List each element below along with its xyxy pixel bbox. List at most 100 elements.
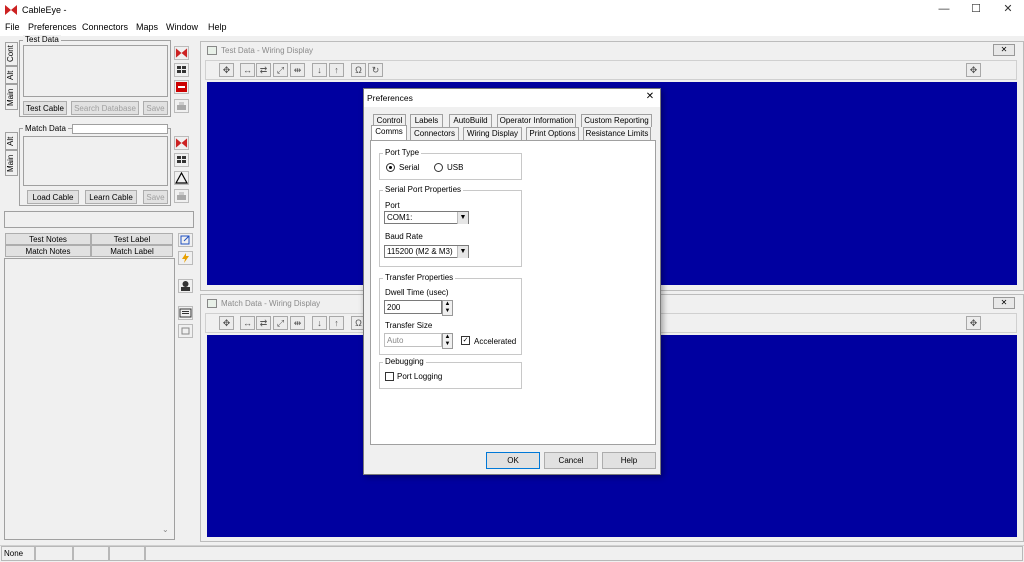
dwell-time-input[interactable]: 200 (384, 300, 442, 314)
print-match-icon[interactable] (174, 189, 189, 203)
match-data-field[interactable] (72, 124, 168, 134)
tab-test-label[interactable]: Test Label (91, 233, 173, 245)
accelerated-checkbox[interactable]: ✓ (461, 336, 470, 345)
compress-icon-2[interactable]: ⇹ (290, 316, 305, 330)
serial-radio-label: Serial (399, 163, 420, 172)
baud-rate-label: Baud Rate (385, 232, 423, 241)
arrow-down-icon[interactable]: ↓ (312, 63, 327, 77)
load-cable-button[interactable]: Load Cable (27, 190, 79, 204)
chevron-down-icon-2: ▼ (457, 246, 468, 258)
status-pane-5 (145, 546, 1023, 561)
lightning-icon[interactable] (178, 251, 193, 265)
grid-icon[interactable] (174, 63, 189, 77)
tab-labels[interactable]: Labels (410, 114, 443, 127)
dialog-title: Preferences (367, 93, 413, 103)
search-database-button[interactable]: Search Database (71, 101, 139, 115)
expand-h-icon[interactable]: ↔ (240, 63, 255, 77)
port-select[interactable]: COM1: ▼ (384, 211, 469, 224)
arrow-down-icon-2[interactable]: ↓ (312, 316, 327, 330)
expand-h-icon-2[interactable]: ↔ (240, 316, 255, 330)
cancel-button[interactable]: Cancel (544, 452, 598, 469)
tab-match-alt[interactable]: Alt (5, 132, 18, 150)
menu-maps[interactable]: Maps (136, 22, 158, 32)
stop-icon[interactable] (174, 80, 189, 94)
port-logging-label: Port Logging (397, 372, 443, 381)
tab-alt[interactable]: Alt (5, 66, 18, 84)
arrow-up-icon[interactable]: ↑ (329, 63, 344, 77)
cableeye-match-icon[interactable] (174, 136, 189, 150)
tab-wiring-display[interactable]: Wiring Display (463, 127, 522, 140)
arrow-up-icon-2[interactable]: ↑ (329, 316, 344, 330)
cableeye-logo-icon (5, 5, 17, 15)
label-print-icon[interactable] (178, 306, 193, 320)
menu-file[interactable]: File (5, 22, 20, 32)
port-value: COM1: (387, 213, 413, 222)
save-match-button[interactable]: Save (143, 190, 168, 204)
transfer-size-spinner[interactable]: ▲ ▼ (442, 333, 453, 349)
swap-icon[interactable]: ⇄ (256, 63, 271, 77)
move-icon-2[interactable]: ✥ (219, 316, 234, 330)
fit-icon[interactable]: ⤢ (273, 63, 288, 77)
close-test-window-button[interactable]: ✕ (993, 44, 1015, 56)
notes-area[interactable] (4, 258, 175, 540)
menu-window[interactable]: Window (166, 22, 198, 32)
minimize-button[interactable]: — (930, 1, 958, 18)
tab-autobuild[interactable]: AutoBuild (449, 114, 492, 127)
tab-connectors[interactable]: Connectors (410, 127, 459, 140)
title-bar (0, 0, 1024, 20)
test-cable-button[interactable]: Test Cable (23, 101, 67, 115)
learn-cable-button[interactable]: Learn Cable (85, 190, 137, 204)
serial-port-label: Serial Port Properties (383, 185, 464, 194)
tab-print-options[interactable]: Print Options (526, 127, 579, 140)
pin-icon[interactable]: ✥ (966, 63, 981, 77)
swap-icon-2[interactable]: ⇄ (256, 316, 271, 330)
port-label: Port (385, 201, 400, 210)
dialog-close-button[interactable]: ✕ (642, 91, 658, 105)
tab-resistance-limits[interactable]: Resistance Limits (583, 127, 651, 140)
save-test-button[interactable]: Save (143, 101, 168, 115)
cable-icon[interactable] (178, 324, 193, 338)
tab-comms[interactable]: Comms (371, 125, 407, 140)
ohm-icon[interactable]: Ω (351, 63, 366, 77)
usb-radio[interactable] (434, 163, 443, 172)
tab-operator-information[interactable]: Operator Information (497, 114, 576, 127)
pin-icon-2[interactable]: ✥ (966, 316, 981, 330)
transfer-size-input[interactable]: Auto (384, 333, 442, 347)
help-button[interactable]: Help (602, 452, 656, 469)
tab-match-main[interactable]: Main (5, 150, 18, 176)
move-icon[interactable]: ✥ (219, 63, 234, 77)
tab-match-label[interactable]: Match Label (91, 245, 173, 257)
close-match-window-button[interactable]: ✕ (993, 297, 1015, 309)
scroll-down-icon[interactable]: ⌄ (162, 525, 174, 537)
tab-custom-reporting[interactable]: Custom Reporting (581, 114, 652, 127)
refresh-icon[interactable]: ↻ (368, 63, 383, 77)
port-logging-checkbox[interactable] (385, 372, 394, 381)
export-icon[interactable] (178, 233, 193, 247)
match-data-list[interactable] (23, 136, 168, 186)
status-pane-1: None (1, 546, 35, 561)
menu-connectors[interactable]: Connectors (82, 22, 128, 32)
user-icon[interactable] (178, 279, 193, 293)
serial-radio[interactable] (386, 163, 395, 172)
debugging-label: Debugging (383, 357, 426, 366)
tab-cont[interactable]: Cont (5, 42, 18, 66)
menu-help[interactable]: Help (208, 22, 227, 32)
status-pane-2 (35, 546, 73, 561)
print-icon[interactable] (174, 99, 189, 113)
baud-rate-select[interactable]: 115200 (M2 & M3) ▼ (384, 245, 469, 258)
test-data-list[interactable] (23, 45, 168, 97)
compress-icon[interactable]: ⇹ (290, 63, 305, 77)
dwell-spinner[interactable]: ▲ ▼ (442, 300, 453, 316)
delta-icon[interactable] (174, 171, 189, 185)
cableeye-icon[interactable] (174, 46, 189, 60)
close-button[interactable]: ✕ (994, 1, 1022, 18)
ok-button[interactable]: OK (486, 452, 540, 469)
fit-icon-2[interactable]: ⤢ (273, 316, 288, 330)
match-data-label: Match Data (23, 124, 68, 133)
menu-preferences[interactable]: Preferences (28, 22, 77, 32)
grid-match-icon[interactable] (174, 153, 189, 167)
tab-test-notes[interactable]: Test Notes (5, 233, 91, 245)
tab-main[interactable]: Main (5, 84, 18, 110)
maximize-button[interactable]: ☐ (962, 1, 990, 18)
tab-match-notes[interactable]: Match Notes (5, 245, 91, 257)
